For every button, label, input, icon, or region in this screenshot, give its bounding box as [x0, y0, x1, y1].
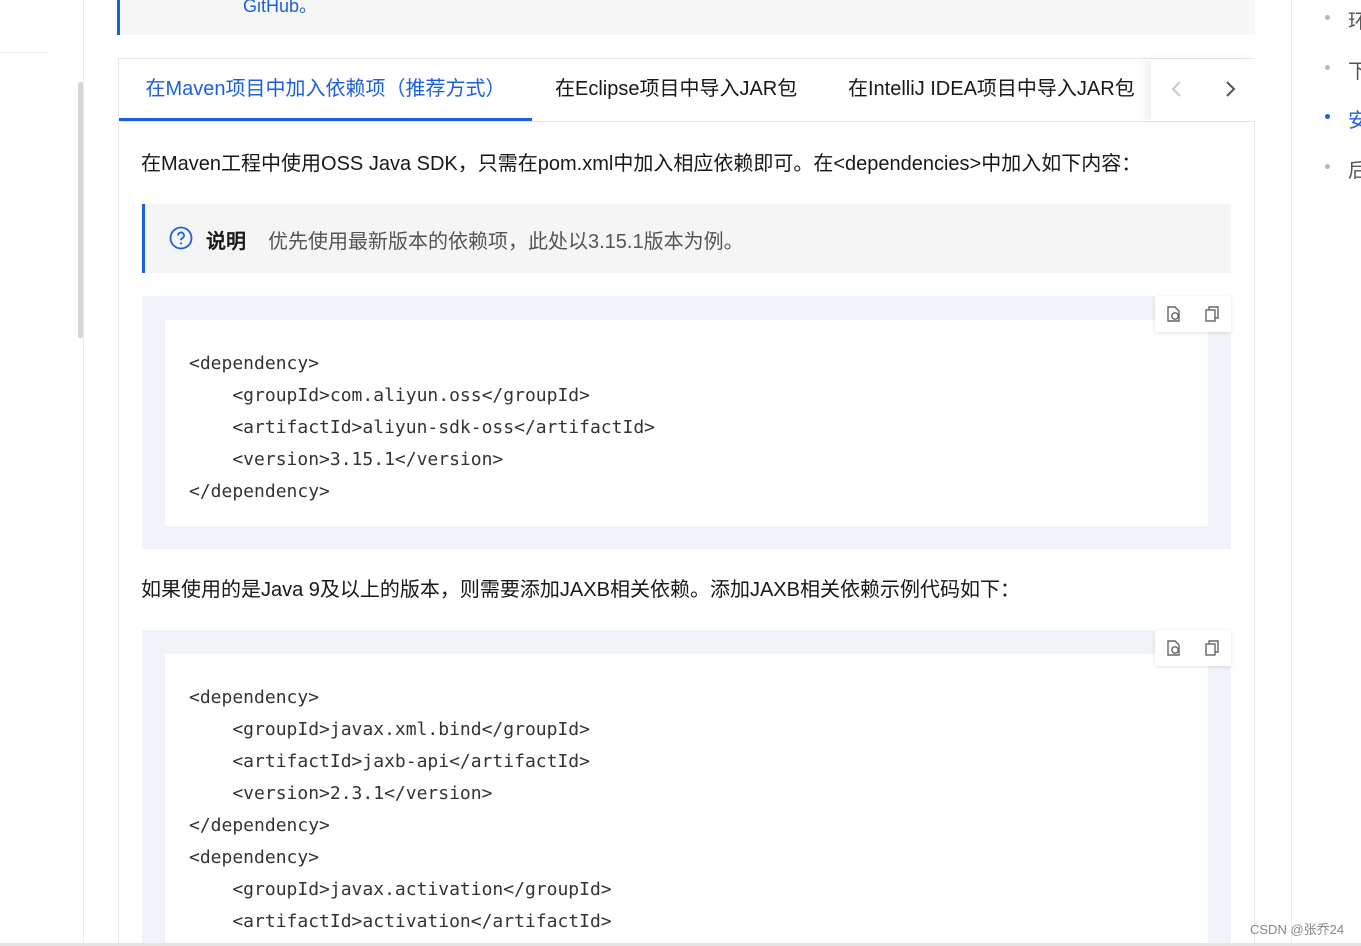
jaxb-paragraph: 如果使用的是Java 9及以上的版本，则需要添加JAXB相关依赖。添加JAXB相… — [141, 579, 1020, 601]
tab-intellij[interactable]: 在IntelliJ IDEA项目中导入JAR包 — [848, 59, 1135, 121]
tab-maven[interactable]: 在Maven项目中加入依赖项（推荐方式） — [119, 59, 532, 121]
code-area: <dependency> <groupId>javax.xml.bind</gr… — [165, 654, 1208, 946]
code-block-1: <dependency> <groupId>com.aliyun.oss</gr… — [142, 296, 1231, 549]
code-text: <dependency> <groupId>com.aliyun.oss</gr… — [189, 353, 655, 502]
note-title: 说明 — [206, 231, 246, 253]
copy-icon[interactable] — [1201, 303, 1223, 325]
tab-bar: 在Maven项目中加入依赖项（推荐方式） 在Eclipse项目中导入JAR包 在… — [119, 59, 1255, 122]
divider — [83, 0, 84, 946]
open-in-editor-icon[interactable] — [1163, 303, 1185, 325]
open-in-editor-icon[interactable] — [1163, 637, 1185, 659]
bullet-icon — [1325, 65, 1330, 70]
code-text: <dependency> <groupId>javax.xml.bind</gr… — [189, 687, 612, 946]
previous-note-box: GitHub。 — [117, 0, 1255, 35]
watermark: CSDN @张乔24 — [1250, 922, 1345, 937]
code-toolbar — [1155, 296, 1231, 332]
bullet-icon — [1325, 164, 1330, 169]
tab-card: 在Maven项目中加入依赖项（推荐方式） 在Eclipse项目中导入JAR包 在… — [118, 58, 1255, 946]
note-text: 优先使用最新版本的依赖项，此处以3.15.1版本为例。 — [268, 231, 744, 253]
github-link[interactable]: GitHub。 — [243, 0, 317, 18]
code-toolbar — [1155, 630, 1231, 666]
bullet-icon — [1325, 15, 1330, 20]
tab-eclipse[interactable]: 在Eclipse项目中导入JAR包 — [555, 59, 797, 121]
table-of-contents: 环 下 安 后 — [1291, 0, 1361, 946]
intro-paragraph: 在Maven工程中使用OSS Java SDK，只需在pom.xml中加入相应依… — [141, 153, 1142, 175]
copy-icon[interactable] — [1201, 637, 1223, 659]
question-circle-icon — [169, 226, 193, 250]
code-block-2: <dependency> <groupId>javax.xml.bind</gr… — [142, 630, 1231, 946]
bullet-icon — [1325, 114, 1330, 119]
chevron-right-icon[interactable] — [1215, 74, 1245, 104]
code-area: <dependency> <groupId>com.aliyun.oss</gr… — [165, 320, 1208, 526]
chevron-left-icon[interactable] — [1162, 74, 1192, 104]
left-gutter — [0, 0, 84, 946]
divider — [0, 52, 48, 53]
note-box: 说明 优先使用最新版本的依赖项，此处以3.15.1版本为例。 — [142, 204, 1231, 273]
